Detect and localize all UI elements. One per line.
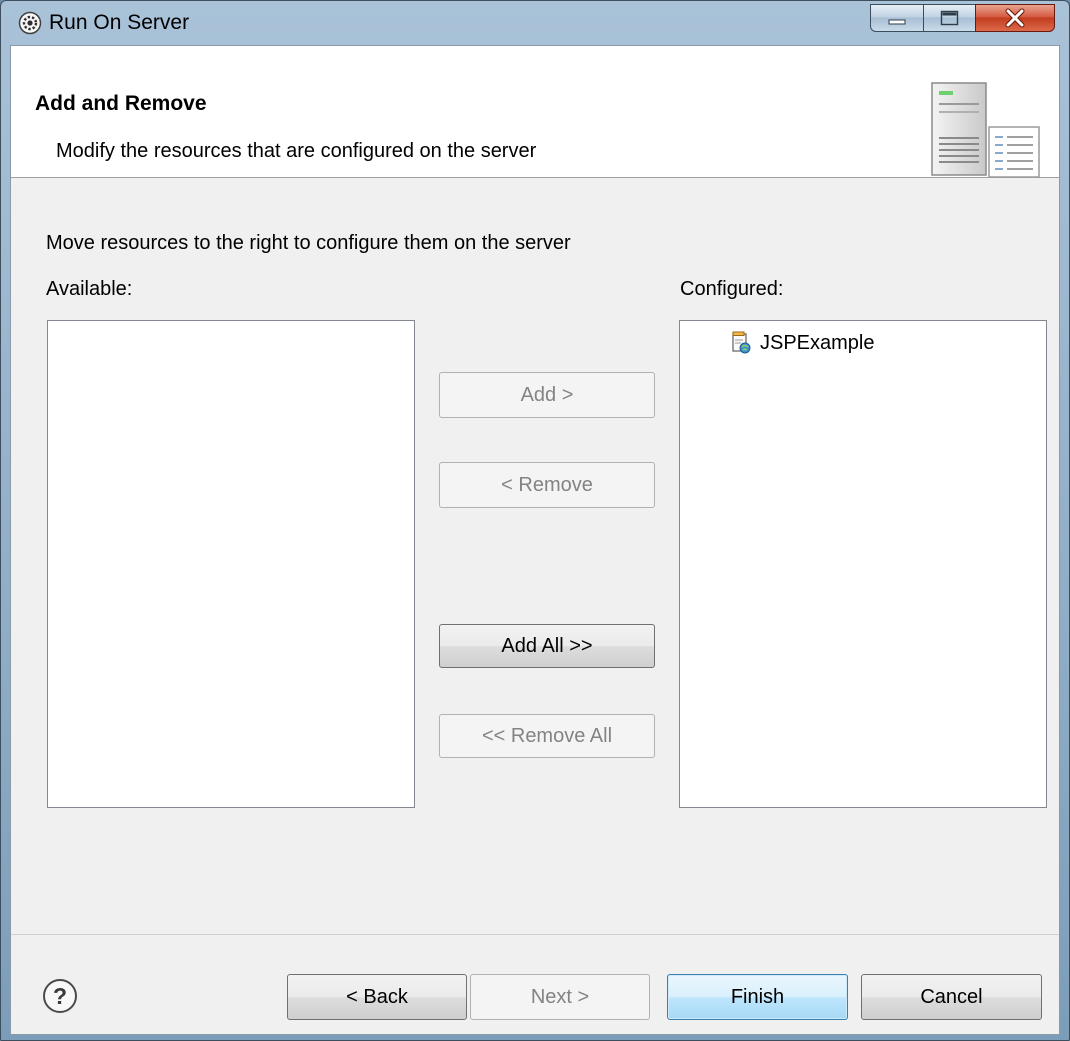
configured-label: Configured:	[680, 278, 784, 300]
maximize-button[interactable]	[923, 4, 976, 32]
instruction-text: Move resources to the right to configure…	[46, 232, 571, 254]
run-on-server-window: Run On Server Add and Remove Modify the …	[0, 0, 1070, 1041]
footer-separator	[11, 934, 1059, 935]
page-description: Modify the resources that are configured…	[56, 140, 537, 162]
finish-button[interactable]: Finish	[667, 974, 848, 1020]
list-item-label: JSPExample	[760, 331, 875, 354]
maximize-icon	[940, 10, 959, 26]
title-bar[interactable]: Run On Server	[1, 1, 1069, 45]
next-button[interactable]: Next >	[470, 974, 650, 1020]
available-label: Available:	[46, 278, 133, 300]
window-title: Run On Server	[49, 11, 190, 34]
minimize-button[interactable]	[870, 4, 924, 32]
available-list[interactable]	[47, 320, 415, 808]
configured-list[interactable]: JSPExample	[679, 320, 1047, 808]
svg-text:?: ?	[53, 983, 67, 1009]
server-icon	[931, 82, 1040, 178]
minimize-icon	[888, 19, 906, 25]
add-all-button[interactable]: Add All >>	[439, 624, 655, 668]
list-item-jspexample[interactable]: JSPExample	[730, 329, 875, 357]
close-icon	[1005, 8, 1025, 28]
remove-all-button[interactable]: << Remove All	[439, 714, 655, 758]
help-icon[interactable]: ?	[42, 978, 78, 1014]
web-project-icon	[732, 331, 751, 354]
remove-button[interactable]: < Remove	[439, 462, 655, 508]
close-button[interactable]	[975, 4, 1055, 32]
page-title: Add and Remove	[35, 92, 207, 115]
cancel-button[interactable]: Cancel	[861, 974, 1042, 1020]
eclipse-server-icon	[18, 11, 42, 35]
wizard-banner: Add and Remove Modify the resources that…	[11, 46, 1059, 178]
add-button[interactable]: Add >	[439, 372, 655, 418]
back-button[interactable]: < Back	[287, 974, 467, 1020]
dialog-client-area: Add and Remove Modify the resources that…	[10, 45, 1060, 1035]
